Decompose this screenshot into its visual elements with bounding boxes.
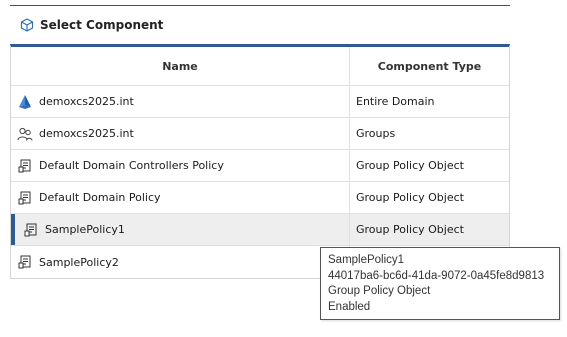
policy-icon [17, 254, 33, 270]
name-cell: demoxcs2025.int [11, 118, 350, 149]
row-name: Default Domain Policy [39, 191, 161, 204]
tooltip-name: SamplePolicy1 [328, 254, 405, 266]
name-cell: SamplePolicy2 [11, 246, 350, 278]
row-name: Default Domain Controllers Policy [39, 159, 224, 172]
cube-icon [20, 18, 34, 32]
policy-icon [23, 222, 39, 238]
row-tooltip: SamplePolicy1 44017ba6-bc6d-41da-9072-0a… [320, 247, 560, 320]
row-name: demoxcs2025.int [39, 95, 134, 108]
table-row[interactable]: Default Domain Policy Group Policy Objec… [11, 182, 509, 214]
table-row-selected[interactable]: SamplePolicy1 Group Policy Object [11, 214, 509, 246]
groups-icon [17, 126, 33, 142]
policy-icon [17, 190, 33, 206]
row-type: Entire Domain [356, 95, 435, 108]
table-row[interactable]: Default Domain Controllers Policy Group … [11, 150, 509, 182]
row-type: Groups [356, 127, 396, 140]
row-name: SamplePolicy1 [45, 223, 125, 236]
panel-title: Select Component [40, 18, 164, 32]
name-cell: Default Domain Policy [11, 182, 350, 213]
panel-header: Select Component [20, 14, 163, 36]
name-cell: Default Domain Controllers Policy [11, 150, 350, 181]
top-divider [10, 5, 510, 6]
name-cell: SamplePolicy1 [11, 214, 350, 245]
row-name: SamplePolicy2 [39, 255, 119, 269]
table-row[interactable]: demoxcs2025.int Groups [11, 118, 509, 150]
component-table: Name Component Type demoxcs2025.int Enti… [10, 44, 510, 279]
column-header-name[interactable]: Name [11, 47, 350, 85]
tooltip-guid: 44017ba6-bc6d-41da-9072-0a45fe8d9813 [328, 269, 545, 282]
row-type: Group Policy Object [356, 223, 464, 236]
tooltip-status: Enabled [328, 300, 371, 313]
row-name: demoxcs2025.int [39, 127, 134, 140]
row-type: Group Policy Object [356, 159, 464, 172]
name-cell: demoxcs2025.int [11, 86, 350, 117]
table-row[interactable]: demoxcs2025.int Entire Domain [11, 86, 509, 118]
table-header-row: Name Component Type [11, 47, 509, 86]
row-type: Group Policy Object [356, 191, 464, 204]
domain-icon [17, 94, 33, 110]
column-header-component-type[interactable]: Component Type [350, 47, 509, 85]
tooltip-type: Group Policy Object [328, 285, 431, 297]
policy-icon [17, 158, 33, 174]
